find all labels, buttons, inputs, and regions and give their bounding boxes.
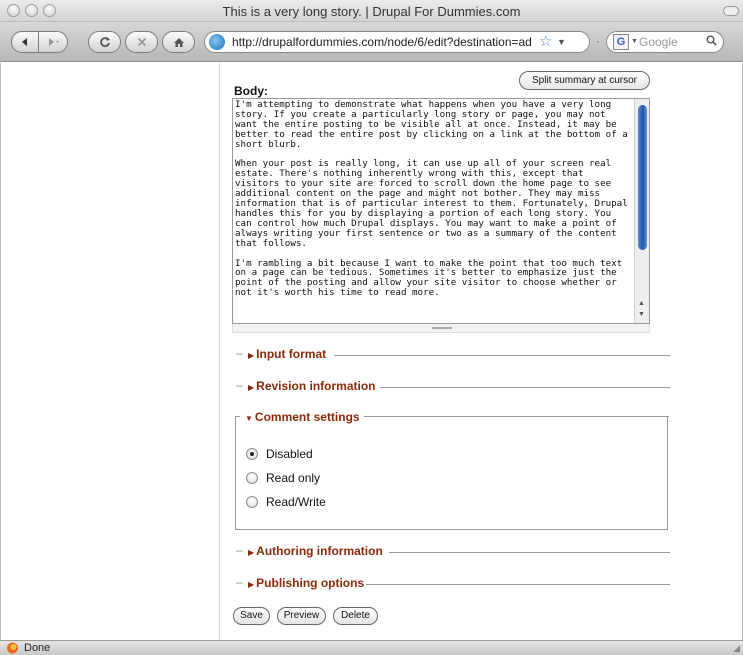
radio-label[interactable]: Read/Write (266, 495, 326, 509)
back-button[interactable] (11, 31, 39, 53)
textarea-scroll-thumb[interactable] (638, 105, 647, 250)
scroll-up-arrow-icon[interactable]: ▲ (638, 300, 645, 308)
collapse-dash-icon: – (236, 378, 243, 392)
search-bar[interactable]: G ▼ Google (606, 31, 724, 53)
radio-button[interactable] (246, 496, 258, 508)
body-textarea-text[interactable]: I'm attempting to demonstrate what happe… (235, 100, 631, 298)
status-bar: Done ◢ (0, 640, 743, 655)
resize-grip-icon[interactable]: ◢ (733, 643, 740, 654)
collapse-dash-icon: – (236, 543, 243, 557)
toolbar-toggle-button[interactable] (723, 6, 739, 16)
split-summary-button[interactable]: Split summary at cursor (519, 71, 650, 90)
scroll-down-arrow-icon[interactable]: ▼ (638, 311, 645, 319)
window-title: This is a very long story. | Drupal For … (222, 4, 521, 19)
status-text: Done (24, 642, 51, 654)
collapse-dash-icon: – (236, 575, 243, 589)
textarea-scrollbar[interactable]: ▲ ▼ (634, 99, 649, 323)
search-input[interactable]: Google (639, 35, 678, 49)
forward-arrow-icon (49, 38, 59, 46)
publishing-options-legend[interactable]: ▶ Publishing options (248, 576, 364, 590)
search-divider-grip-icon: · (596, 36, 600, 48)
bookmark-star-icon[interactable]: ☆ (539, 33, 552, 51)
address-bar[interactable]: http://drupalfordummies.com/node/6/edit?… (204, 31, 590, 53)
body-label: Body: (234, 84, 268, 98)
site-favicon-icon (209, 34, 225, 50)
save-button[interactable]: Save (233, 607, 270, 625)
authoring-information-legend[interactable]: ▶ Authoring information (248, 544, 383, 558)
back-arrow-icon (22, 38, 27, 46)
radio-label[interactable]: Disabled (266, 447, 313, 461)
collapsed-arrow-icon: ▶ (248, 580, 255, 589)
input-format-legend[interactable]: ▶ Input format (248, 347, 326, 361)
reload-button[interactable] (88, 31, 121, 53)
reload-icon (99, 37, 110, 47)
comment-option-read-write[interactable]: Read/Write (246, 494, 326, 510)
forward-button[interactable] (38, 31, 68, 53)
home-button[interactable] (162, 31, 195, 53)
radio-label[interactable]: Read only (266, 471, 320, 485)
delete-button[interactable]: Delete (333, 607, 378, 625)
comment-settings-top-right-border (364, 416, 669, 417)
address-input[interactable]: http://drupalfordummies.com/node/6/edit?… (232, 35, 532, 49)
stop-button[interactable] (125, 31, 158, 53)
comment-settings-legend[interactable]: ▼ Comment settings (245, 410, 360, 424)
browser-window: This is a very long story. | Drupal For … (0, 0, 743, 655)
stop-icon (137, 37, 146, 47)
collapsed-arrow-icon: ▶ (248, 351, 255, 360)
preview-button[interactable]: Preview (277, 607, 326, 625)
history-dropdown-icon[interactable]: ▼ (557, 37, 566, 47)
search-engine-dropdown-icon[interactable]: ▼ (631, 38, 638, 45)
comment-settings-top-left-border (235, 416, 240, 417)
comment-option-read-only[interactable]: Read only (246, 470, 320, 486)
sidebar-divider (219, 63, 220, 640)
browser-logo-icon (7, 642, 18, 654)
collapsed-arrow-icon: ▶ (248, 383, 255, 392)
search-magnifier-icon[interactable] (706, 35, 717, 49)
authoring-information-divider (389, 552, 670, 553)
textarea-resize-handle[interactable] (232, 324, 650, 333)
browser-toolbar: http://drupalfordummies.com/node/6/edit?… (0, 22, 743, 62)
title-bar: This is a very long story. | Drupal For … (0, 0, 743, 22)
body-textarea[interactable]: I'm attempting to demonstrate what happe… (232, 98, 650, 324)
radio-button[interactable] (246, 448, 258, 460)
home-icon (173, 37, 184, 47)
revision-information-legend[interactable]: ▶ Revision information (248, 379, 376, 393)
comment-option-disabled[interactable]: Disabled (246, 446, 313, 462)
collapse-dash-icon: – (236, 346, 243, 360)
expanded-arrow-icon: ▼ (245, 414, 253, 423)
radio-button[interactable] (246, 472, 258, 484)
collapsed-arrow-icon: ▶ (248, 548, 255, 557)
revision-information-divider (380, 387, 670, 388)
search-engine-icon[interactable]: G (613, 34, 629, 50)
resize-grip-icon (432, 327, 452, 329)
input-format-divider (334, 355, 670, 356)
publishing-options-divider (366, 584, 670, 585)
